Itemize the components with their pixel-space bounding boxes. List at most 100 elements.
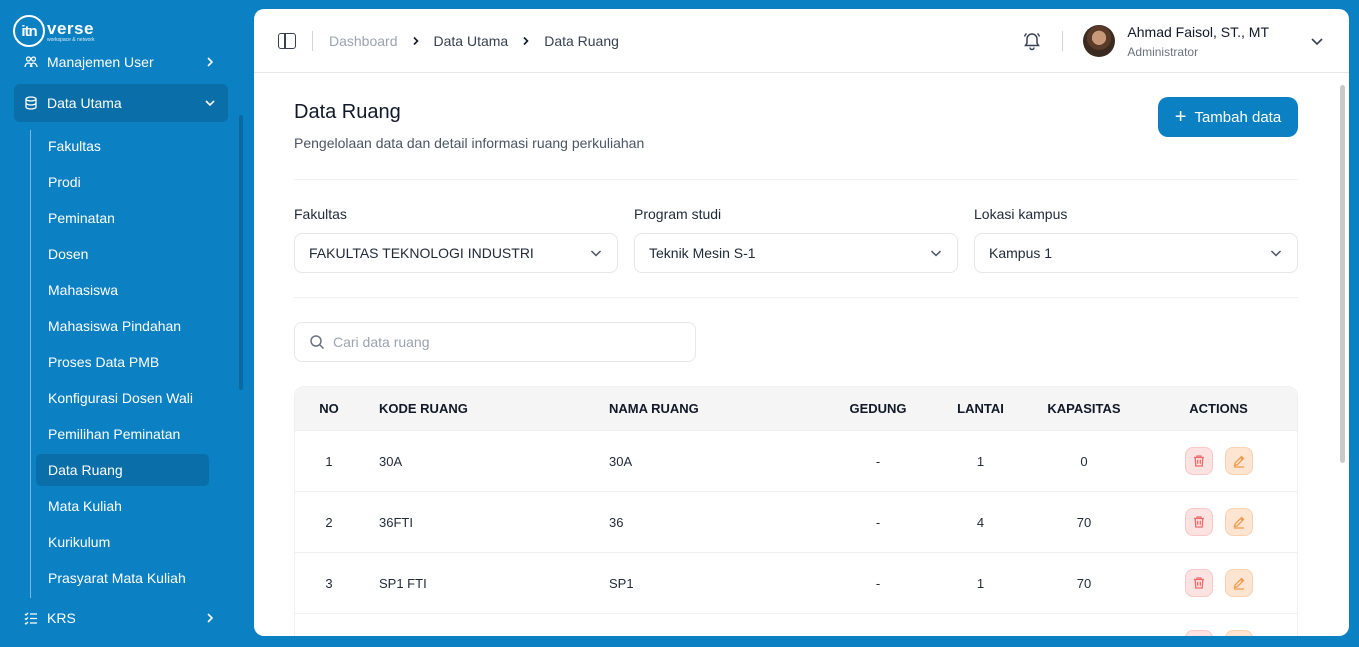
- filter-label: Program studi: [634, 206, 722, 222]
- cell-nama: 30A: [609, 453, 633, 469]
- cell-lantai: 1: [976, 453, 985, 469]
- trash-icon: [1193, 577, 1204, 589]
- delete-button[interactable]: [1184, 630, 1213, 636]
- search-input[interactable]: [333, 334, 681, 350]
- sidebar-group-label: KRS: [47, 610, 76, 626]
- chevron-right-icon: [409, 34, 423, 48]
- sidebar-item-mahasiswa-pindahan[interactable]: Mahasiswa Pindahan: [36, 310, 209, 342]
- filter-label: Fakultas: [294, 206, 347, 222]
- sidebar-item-konfigurasi-dosen-wali[interactable]: Konfigurasi Dosen Wali: [36, 382, 209, 414]
- main-scrollbar[interactable]: [1340, 85, 1345, 463]
- delete-button[interactable]: [1184, 447, 1213, 475]
- pencil-icon: [1233, 577, 1244, 590]
- cell-nama: SP1: [609, 575, 634, 591]
- pencil-icon: [1233, 516, 1244, 529]
- sidebar-item-data-ruang[interactable]: Data Ruang: [36, 454, 209, 486]
- chevron-down-icon: [590, 250, 602, 257]
- trash-icon: [1193, 455, 1204, 467]
- edit-button[interactable]: [1224, 508, 1253, 536]
- sidebar-item-kurikulum[interactable]: Kurikulum: [36, 526, 209, 558]
- breadcrumb-dashboard[interactable]: Dashboard: [329, 33, 398, 49]
- filter-lokasi: Lokasi kampus Kampus 1: [974, 206, 1298, 273]
- edit-button[interactable]: [1224, 569, 1253, 597]
- sidebar-item-prodi[interactable]: Prodi: [36, 166, 209, 198]
- cell-actions: [1140, 508, 1297, 536]
- breadcrumb-data-ruang: Data Ruang: [544, 32, 619, 49]
- add-data-label: Tambah data: [1194, 108, 1282, 126]
- cell-kapasitas: 70: [1076, 575, 1092, 591]
- sidebar-group-data-utama[interactable]: Data Utama: [14, 84, 228, 122]
- cell-kode: SP1 FTI: [379, 575, 427, 591]
- cell-lantai: 4: [976, 514, 985, 530]
- col-header-nama: NAMA RUANG: [609, 401, 699, 416]
- sidebar-item-proses-data-pmb[interactable]: Proses Data PMB: [36, 346, 209, 378]
- table-row: [295, 613, 1297, 636]
- user-role: Administrator: [1127, 44, 1199, 59]
- sidebar-group-label: Data Utama: [47, 95, 122, 111]
- col-header-kode: KODE RUANG: [379, 401, 468, 416]
- sidebar-item-pemilihan-peminatan[interactable]: Pemilihan Peminatan: [36, 418, 209, 450]
- avatar[interactable]: [1083, 25, 1116, 57]
- topbar: Dashboard Data Utama Data Ruang Ahmad Fa…: [254, 9, 1349, 73]
- lokasi-select[interactable]: Kampus 1: [974, 233, 1298, 273]
- cell-kode: 36FTI: [379, 514, 413, 530]
- chevron-down-icon: [1270, 250, 1282, 257]
- logo-text: verse: [47, 18, 94, 38]
- table-row: 2 36FTI 36 - 4 70: [295, 491, 1297, 552]
- sidebar-item-dosen[interactable]: Dosen: [36, 238, 209, 270]
- trash-icon: [1193, 516, 1204, 528]
- cell-no: 3: [325, 575, 333, 591]
- cell-gedung: -: [875, 575, 881, 591]
- sidebar-item-peminatan[interactable]: Peminatan: [36, 202, 209, 234]
- cell-no: 2: [325, 514, 333, 530]
- col-header-no: NO: [319, 401, 339, 416]
- cell-gedung: -: [875, 453, 881, 469]
- fakultas-select[interactable]: FAKULTAS TEKNOLOGI INDUSTRI: [294, 233, 618, 273]
- chevron-right-icon: [207, 613, 214, 623]
- search-icon: [310, 335, 325, 350]
- prodi-select[interactable]: Teknik Mesin S-1: [634, 233, 958, 273]
- bell-icon[interactable]: [1022, 31, 1042, 51]
- breadcrumb-data-utama[interactable]: Data Utama: [434, 33, 509, 49]
- sidebar-item-prasyarat-mata-kuliah[interactable]: Prasyarat Mata Kuliah: [36, 562, 209, 594]
- chevron-down-icon[interactable]: [1309, 33, 1325, 49]
- select-value: Teknik Mesin S-1: [649, 245, 756, 261]
- user-area: Ahmad Faisol, ST., MT Administrator: [1022, 9, 1325, 73]
- edit-button[interactable]: [1224, 630, 1253, 636]
- main-panel: Dashboard Data Utama Data Ruang Ahmad Fa…: [254, 9, 1349, 636]
- table-header: NO KODE RUANG NAMA RUANG GEDUNG LANTAI K…: [295, 387, 1297, 430]
- chevron-right-icon: [519, 34, 533, 48]
- cell-actions: [1140, 569, 1297, 597]
- col-header-actions: ACTIONS: [1189, 401, 1248, 416]
- cell-actions: [1140, 630, 1297, 636]
- cell-actions: [1140, 447, 1297, 475]
- sidebar-scrollbar[interactable]: [239, 115, 243, 390]
- cell-kode: 30A: [379, 453, 403, 469]
- chevron-down-icon: [930, 250, 942, 257]
- list-checks-icon: [24, 611, 38, 625]
- edit-button[interactable]: [1224, 447, 1253, 475]
- delete-button[interactable]: [1184, 569, 1213, 597]
- page-title: Data Ruang: [294, 101, 401, 123]
- divider: [294, 297, 1298, 298]
- filter-label: Lokasi kampus: [974, 206, 1068, 222]
- user-name: Ahmad Faisol, ST., MT: [1127, 23, 1269, 40]
- logo-tagline: workspace & network: [47, 36, 95, 43]
- sidebar-item-mahasiswa[interactable]: Mahasiswa: [36, 274, 209, 306]
- add-data-button[interactable]: + Tambah data: [1158, 97, 1298, 137]
- search-box: [294, 322, 696, 362]
- plus-icon: +: [1174, 106, 1187, 128]
- filter-fakultas: Fakultas FAKULTAS TEKNOLOGI INDUSTRI: [294, 206, 618, 273]
- sidebar-item-mata-kuliah[interactable]: Mata Kuliah: [36, 490, 209, 522]
- sidebar-group-label: Manajemen User: [47, 54, 154, 70]
- sidebar-item-fakultas[interactable]: Fakultas: [36, 130, 209, 162]
- sidebar-group-krs[interactable]: KRS: [14, 599, 228, 637]
- pencil-icon: [1233, 455, 1244, 468]
- sidebar-toggle-icon[interactable]: [278, 32, 296, 49]
- delete-button[interactable]: [1184, 508, 1213, 536]
- cell-kapasitas: 0: [1080, 453, 1088, 469]
- cell-lantai: 1: [976, 575, 985, 591]
- cell-no: 1: [325, 453, 333, 469]
- sidebar-group-manajemen-user[interactable]: Manajemen User: [14, 43, 228, 81]
- chevron-right-icon: [207, 57, 214, 67]
